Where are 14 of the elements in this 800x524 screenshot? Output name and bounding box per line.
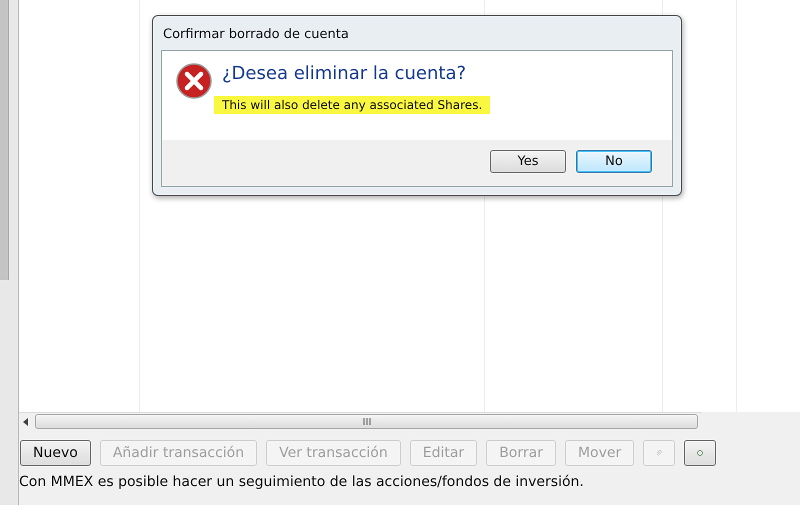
toolbar-button[interactable]: Nuevo: [20, 440, 91, 466]
dialog-button[interactable]: No: [576, 150, 652, 173]
scroll-left-arrow-icon[interactable]: [23, 418, 29, 426]
vertical-scrollbar[interactable]: [0, 0, 19, 505]
horizontal-scrollbar[interactable]: [19, 412, 702, 430]
scrollbar-thumb[interactable]: [35, 414, 698, 429]
status-text: Con MMEX es posible hacer un seguimiento de las acciones/fondos de inversión.: [19, 473, 585, 490]
dialog-heading: ¿Desea eliminar la cuenta?: [222, 63, 468, 84]
dialog-button[interactable]: Yes: [490, 150, 566, 173]
dialog-title: Corfirmar borrado de cuenta: [162, 26, 350, 44]
dialog-message: This will also delete any associated Shares.: [214, 96, 490, 114]
grip-icon: [362, 418, 370, 425]
circle-button[interactable]: [684, 440, 716, 466]
error-icon: [176, 63, 212, 99]
